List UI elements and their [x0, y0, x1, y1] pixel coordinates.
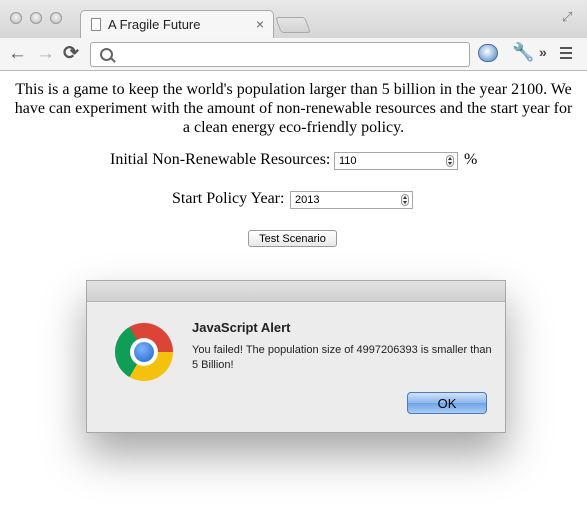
zoom-window-button[interactable]: [50, 12, 62, 24]
resources-value: 110: [339, 155, 357, 167]
javascript-alert-dialog: JavaScript Alert You failed! The populat…: [86, 280, 506, 433]
new-tab-button[interactable]: [275, 17, 311, 33]
menu-icon[interactable]: [560, 47, 572, 59]
tab-a-fragile-future[interactable]: A Fragile Future ×: [80, 10, 274, 38]
address-bar[interactable]: [90, 42, 470, 67]
close-icon[interactable]: ×: [256, 16, 264, 32]
forward-button[interactable]: →: [36, 43, 55, 65]
policy-label: Start Policy Year:: [172, 190, 285, 207]
browser-toolbar: ← → ⟳ 🔧 »: [0, 38, 587, 71]
resources-stepper[interactable]: [446, 155, 454, 167]
dialog-title: JavaScript Alert: [192, 320, 291, 335]
window-titlebar: A Fragile Future × ⤢: [0, 0, 587, 38]
tab-title: A Fragile Future: [108, 17, 201, 32]
policy-year-input[interactable]: 2013: [290, 191, 413, 209]
fullscreen-icon[interactable]: ⤢: [562, 9, 572, 25]
resources-input[interactable]: 110: [334, 152, 458, 170]
overflow-chevron-icon[interactable]: »: [539, 44, 547, 60]
ok-button[interactable]: OK: [407, 392, 487, 414]
close-window-button[interactable]: [10, 12, 22, 24]
back-button[interactable]: ←: [8, 43, 27, 65]
address-input[interactable]: [119, 46, 468, 65]
dialog-message: You failed! The population size of 49972…: [192, 344, 492, 371]
dialog-titlebar: [87, 281, 505, 302]
test-scenario-button[interactable]: Test Scenario: [248, 230, 337, 247]
wrench-icon[interactable]: 🔧: [512, 42, 534, 63]
minimize-window-button[interactable]: [30, 12, 42, 24]
chrome-logo-icon: [115, 323, 173, 381]
intro-text: This is a game to keep the world's popul…: [14, 81, 573, 136]
search-icon: [100, 48, 113, 61]
policy-year-stepper[interactable]: [401, 194, 409, 206]
extension-icon[interactable]: [478, 44, 498, 62]
percent-unit: %: [464, 151, 478, 168]
reload-button[interactable]: ⟳: [63, 43, 79, 65]
document-icon: [91, 18, 101, 31]
resources-label: Initial Non-Renewable Resources:: [110, 151, 331, 168]
policy-year-value: 2013: [295, 194, 320, 206]
